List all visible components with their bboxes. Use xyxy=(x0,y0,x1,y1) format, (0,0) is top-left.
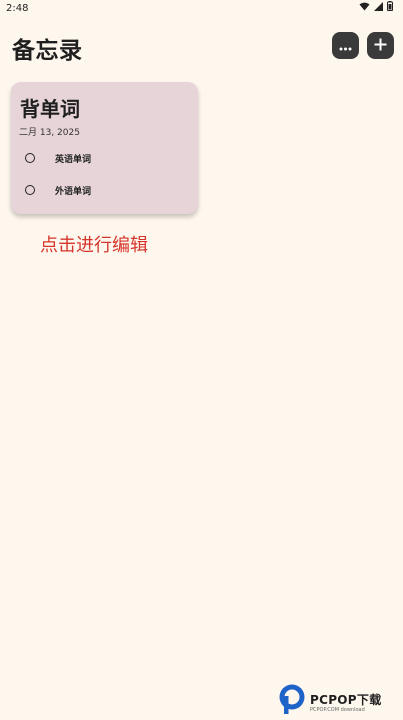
page-title: 备忘录 xyxy=(12,38,83,64)
watermark-text: PCPOP下载 xyxy=(310,693,382,707)
signal-icon xyxy=(374,0,383,18)
status-bar: 2:48 xyxy=(0,0,403,18)
note-card[interactable]: 背单词 二月 13, 2025 英语单词 外语单词 xyxy=(11,82,198,214)
more-horizontal-icon xyxy=(339,36,352,55)
edit-hint-annotation: 点击进行编辑 xyxy=(40,235,148,256)
radio-unchecked-icon[interactable] xyxy=(25,185,35,195)
watermark-subtext: PCPOP.COM download xyxy=(310,707,365,713)
task-item[interactable]: 外语单词 xyxy=(25,181,91,199)
task-label: 外语单词 xyxy=(55,186,92,197)
note-title: 背单词 xyxy=(20,97,80,121)
plus-icon xyxy=(374,36,387,55)
radio-unchecked-icon[interactable] xyxy=(25,153,35,163)
task-label: 英语单词 xyxy=(55,154,92,165)
battery-icon xyxy=(387,0,393,18)
status-time: 2:48 xyxy=(6,3,29,14)
status-icons xyxy=(359,0,393,18)
add-note-button[interactable] xyxy=(367,32,394,59)
note-date: 二月 13, 2025 xyxy=(19,128,80,138)
watermark: PCPOP下载 PCPOP.COM download xyxy=(278,683,403,720)
pcpop-logo-icon xyxy=(278,683,308,719)
task-item[interactable]: 英语单词 xyxy=(25,149,91,167)
wifi-icon xyxy=(359,0,370,18)
more-options-button[interactable] xyxy=(332,32,359,59)
